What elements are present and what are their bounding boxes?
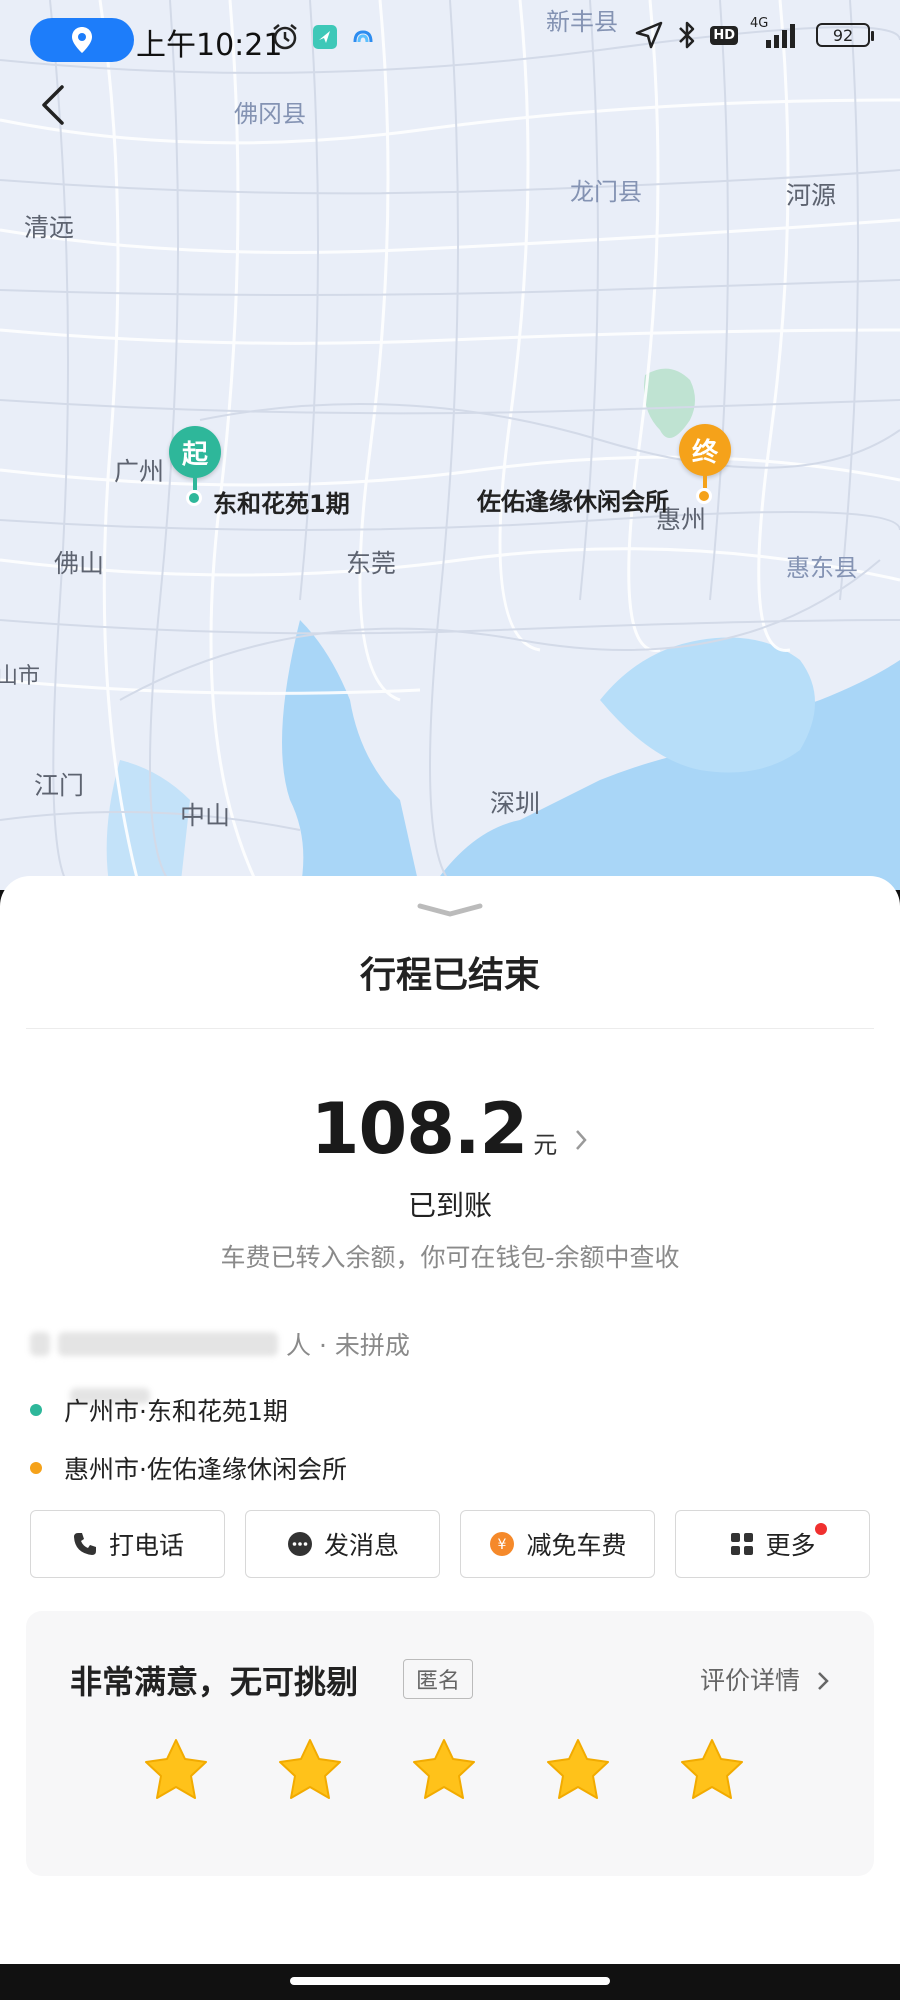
yuan-coin-icon: ¥ [490, 1532, 515, 1556]
end-location-label: 佐佑逢缘休闲会所 [477, 488, 669, 516]
home-indicator[interactable] [290, 1977, 610, 1985]
trip-detail-sheet: 行程已结束 108.2 元 已到账 车费已转入余额，你可在钱包-余额中查收 人 … [0, 876, 900, 1964]
sheet-collapse-handle[interactable] [416, 900, 484, 924]
blurred-icon [30, 1332, 50, 1356]
map-label-shenzhen: 深圳 [490, 789, 541, 818]
payment-status: 已到账 [407, 1189, 492, 1222]
message-button[interactable]: 发消息 [245, 1510, 440, 1578]
map-label-zhongshan: 中山 [180, 801, 231, 830]
star-icon[interactable] [276, 1736, 344, 1804]
waive-fee-label: 减免车费 [526, 1531, 627, 1560]
route-destination: 惠州市·佐佑逢缘休闲会所 [30, 1450, 347, 1486]
end-marker[interactable]: 终 [679, 424, 731, 476]
gesture-bar-area [0, 1964, 900, 2000]
map-label-shanshi: 山市 [0, 664, 41, 689]
fare-amount-link[interactable]: 108.2 元 [0, 1088, 900, 1170]
star-icon[interactable] [142, 1736, 210, 1804]
location-pin-icon [72, 27, 92, 53]
cloud-app-icon [353, 30, 373, 43]
star-icon[interactable] [410, 1736, 478, 1804]
rating-card: 非常满意，无可挑剔 匿名 评价详情 [26, 1611, 874, 1876]
blurred-trip-time [58, 1332, 278, 1356]
bluetooth-icon [679, 21, 695, 49]
chat-bubble-icon [287, 1532, 312, 1556]
navigation-arrow-icon [636, 21, 663, 49]
end-point-dot [696, 488, 712, 504]
map-label-dongguan: 东莞 [346, 549, 397, 578]
back-button[interactable] [30, 80, 74, 130]
battery-indicator: 92 [816, 23, 874, 47]
status-bar: 上午10:21 HD 4G 92 [0, 0, 900, 80]
start-location-label: 东和花苑1期 [213, 490, 350, 518]
status-time: 上午10:21 [136, 28, 283, 63]
rating-title: 非常满意，无可挑剔 [70, 1663, 359, 1701]
phone-icon [73, 1533, 96, 1555]
action-bar: 打电话 发消息 ¥ 减免车费 更多 [30, 1510, 870, 1578]
trip-meta-text: 人 · 未拼成 [286, 1331, 410, 1360]
origin-dot [30, 1404, 42, 1416]
destination-text: 惠州市·佐佑逢缘休闲会所 [64, 1455, 347, 1484]
map-canvas [0, 0, 900, 890]
start-marker-tail [193, 476, 197, 490]
rating-detail-label: 评价详情 [700, 1666, 801, 1695]
map-label-foshan: 佛山 [54, 549, 105, 578]
destination-dot [30, 1462, 42, 1474]
app-notification-icon [313, 25, 337, 49]
call-label: 打电话 [108, 1531, 184, 1560]
map-label-guangzhou: 广州 [114, 457, 165, 486]
star-icon[interactable] [678, 1736, 746, 1804]
chevron-right-icon [576, 1130, 587, 1150]
cellular-signal-icon: 4G [750, 16, 804, 50]
hd-badge: HD [710, 25, 738, 45]
call-button[interactable]: 打电话 [30, 1510, 225, 1578]
rating-detail-link[interactable]: 评价详情 [700, 1661, 830, 1697]
map-label-fogang: 佛冈县 [234, 100, 306, 128]
fare-amount: 108.2 [310, 1088, 528, 1170]
start-marker[interactable]: 起 [169, 426, 221, 478]
map-label-huidong: 惠东县 [786, 554, 858, 582]
map-label-heyuan: 河源 [786, 181, 837, 210]
title-divider [26, 1028, 874, 1029]
trip-meta: 人 · 未拼成 [30, 1326, 410, 1362]
map-label-longmen: 龙门县 [570, 178, 642, 206]
notification-badge [815, 1523, 827, 1535]
more-button[interactable]: 更多 [675, 1510, 870, 1578]
chevron-right-icon [818, 1672, 829, 1690]
star-icon[interactable] [544, 1736, 612, 1804]
star-rating[interactable] [142, 1736, 746, 1804]
alarm-icon [273, 24, 297, 50]
origin-text: 广州市·东和花苑1期 [64, 1397, 288, 1426]
grid-menu-icon [731, 1533, 754, 1555]
message-label: 发消息 [323, 1531, 399, 1560]
route-map[interactable]: 新丰县 佛冈县 龙门县 河源 清远 广州 佛山 东莞 惠州 惠东县 山市 江门 … [0, 0, 900, 890]
location-indicator[interactable] [30, 18, 134, 62]
chevron-down-icon [417, 903, 483, 917]
back-arrow-icon [42, 85, 64, 125]
trip-status-title: 行程已结束 [359, 955, 540, 996]
more-label: 更多 [765, 1531, 816, 1560]
svg-text:¥: ¥ [498, 1537, 507, 1553]
end-marker-tail [703, 474, 707, 488]
payment-note: 车费已转入余额，你可在钱包-余额中查收 [220, 1243, 680, 1272]
anonymous-tag: 匿名 [403, 1659, 474, 1699]
start-point-dot [186, 490, 202, 506]
waive-fee-button[interactable]: ¥ 减免车费 [460, 1510, 655, 1578]
fare-unit: 元 [533, 1131, 558, 1159]
map-label-jiangmen: 江门 [34, 771, 85, 800]
map-label-qingyuan: 清远 [24, 213, 75, 242]
route-origin: 广州市·东和花苑1期 [30, 1392, 288, 1428]
